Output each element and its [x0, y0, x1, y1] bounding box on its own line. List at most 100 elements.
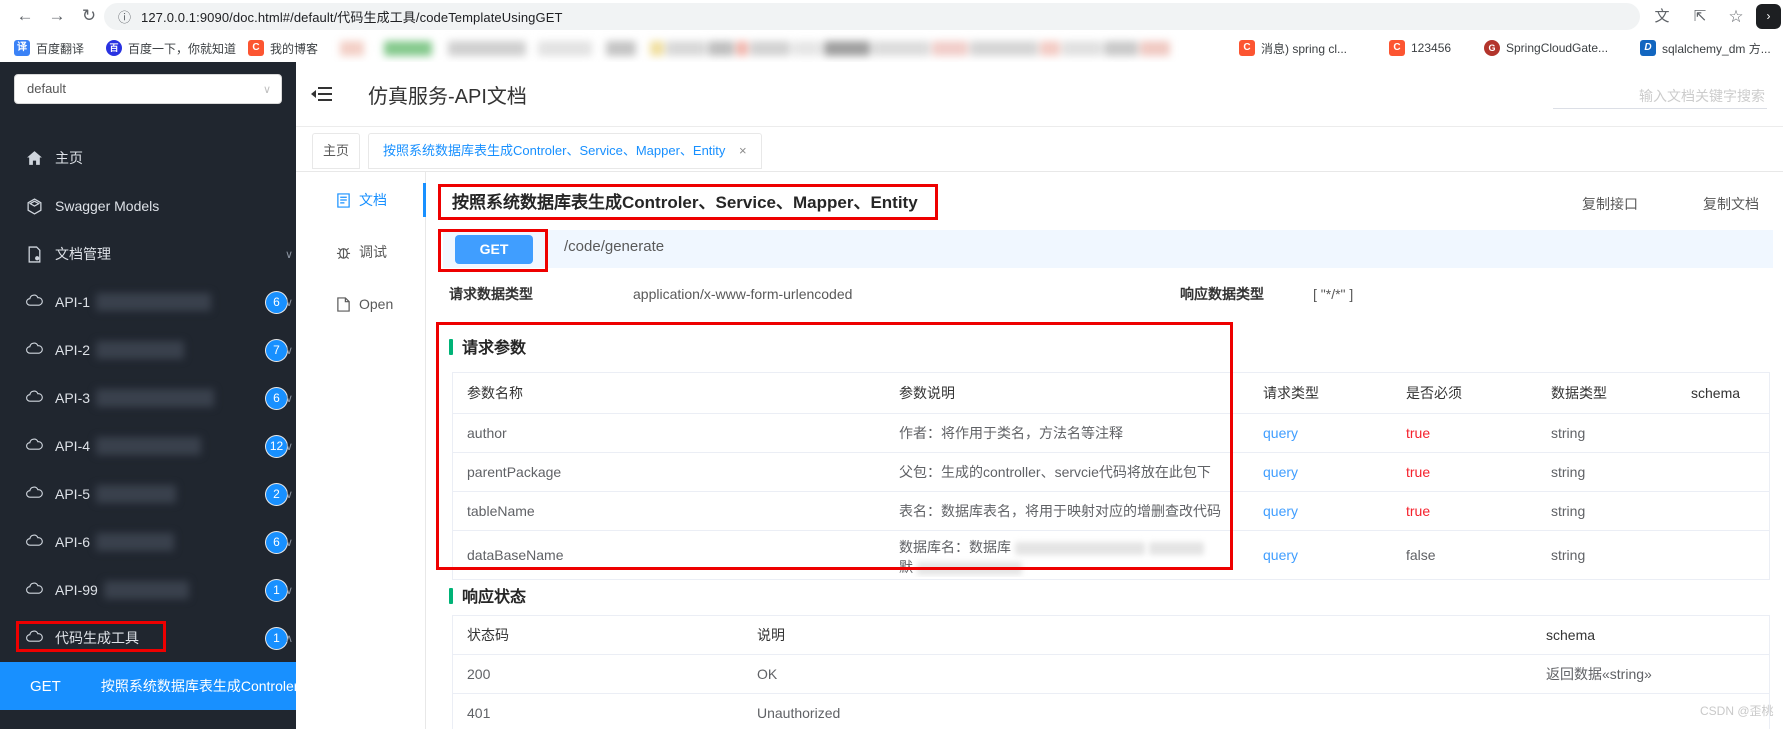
sidebar-item-home[interactable]: 主页 [0, 134, 296, 182]
endpoint-path: /code/generate [564, 238, 665, 255]
sidebar-item-label: 文档管理 [55, 246, 111, 262]
bookmark-favicon: G [1484, 40, 1500, 56]
address-bar[interactable]: ⓘ 127.0.0.1:9090/doc.html#/default/代码生成工… [104, 3, 1640, 30]
table-row: author 作者：将作用于类名，方法名等注释 query true strin… [453, 414, 1769, 453]
params-section-title: 请求参数 [449, 337, 526, 361]
sidebar-item-label: 代码生成工具 [55, 630, 139, 646]
sidebar-item-api-4[interactable]: API-4 12 ∨ [0, 422, 296, 470]
chevron-down-icon: ∨ [285, 392, 294, 405]
status-code: 200 [467, 666, 491, 682]
tab-active-operation[interactable]: 按照系统数据库表生成Controler、Service、Mapper、Entit… [368, 133, 762, 169]
sidebar-item-swagger-models[interactable]: Swagger Models [0, 182, 296, 230]
bookmark-sqlalchemy[interactable]: D sqlalchemy_dm 方... [1640, 37, 1771, 59]
count-badge: 2 [266, 483, 287, 505]
sidebar-item-code-generator[interactable]: 代码生成工具 1 ∧ [0, 614, 296, 662]
side-tab-open[interactable]: Open [296, 280, 425, 328]
sidebar-item-api-1[interactable]: API-1 6 ∨ [0, 278, 296, 326]
bookmark-baidu[interactable]: 百 百度一下，你就知道 [106, 37, 236, 59]
page-info-icon[interactable]: ⓘ [118, 7, 131, 26]
redacted-text [103, 581, 189, 599]
response-type-label: 响应数据类型 [1180, 286, 1264, 302]
param-in: query [1263, 503, 1299, 519]
sidebar-item-doc-manage[interactable]: 文档管理 ∨ [0, 230, 296, 278]
col-header: 数据类型 [1551, 385, 1607, 401]
col-header: 参数名称 [467, 385, 523, 401]
translate-icon[interactable]: 文 [1650, 5, 1674, 29]
chevron-down-icon: ∨ [285, 248, 294, 261]
bookmark-baidu-translate[interactable]: 译 百度翻译 [14, 37, 84, 59]
side-tab-label: 文档 [359, 192, 387, 208]
sidebar-operation-selected[interactable]: GET 按照系统数据库表生成Controler、S [0, 662, 296, 710]
bug-icon [336, 245, 351, 260]
table-row: dataBaseName 数据库名：数据库 默 query false stri… [453, 531, 1769, 579]
api-group-icon [26, 390, 43, 407]
side-tab-debug[interactable]: 调试 [296, 228, 425, 276]
share-icon[interactable]: ⇱ [1688, 5, 1712, 29]
forward-icon[interactable]: → [44, 3, 70, 29]
sidebar-item-api-5[interactable]: API-5 2 ∨ [0, 470, 296, 518]
bookmark-label: 我的博客 [270, 41, 319, 56]
side-tab-doc[interactable]: 文档 [296, 176, 426, 224]
request-type-label: 请求数据类型 [449, 286, 533, 302]
bookmark-label: 123456 [1411, 41, 1452, 55]
bookmark-label: 消息) spring cl... [1261, 41, 1348, 56]
group-select[interactable]: default ∨ [14, 74, 282, 104]
param-desc: 表名：数据库表名，将用于映射对应的增删查改代码 [899, 503, 1221, 519]
doc-content: 按照系统数据库表生成Controler、Service、Mapper、Entit… [426, 172, 1783, 729]
bookmark-my-blog[interactable]: C 我的博客 [248, 37, 318, 59]
reload-icon[interactable]: ↻ [76, 3, 102, 29]
col-header: schema [1691, 385, 1741, 401]
extension-panel-icon[interactable]: › [1756, 4, 1781, 29]
method-get-button[interactable]: GET [455, 235, 533, 264]
param-name: tableName [467, 503, 535, 519]
param-name: dataBaseName [467, 547, 564, 563]
request-type-value: application/x-www-form-urlencoded [633, 286, 853, 302]
col-header: 状态码 [467, 627, 509, 643]
param-in: query [1263, 464, 1299, 480]
copy-doc-link[interactable]: 复制文档 [1703, 194, 1759, 214]
col-header: 参数说明 [899, 385, 955, 401]
param-required: true [1406, 464, 1431, 480]
content-type-row: 请求数据类型 application/x-www-form-urlencoded… [426, 278, 1783, 310]
bookmark-spring-cloud[interactable]: C 消息) spring cl... [1239, 37, 1347, 59]
sidebar-item-label: API-5 [55, 486, 91, 502]
bookmark-favicon: C [248, 40, 264, 56]
sidebar-item-label: Swagger Models [55, 198, 160, 214]
bookmark-123456[interactable]: C 123456 [1389, 37, 1451, 59]
sidebar-item-api-99[interactable]: API-99 1 ∨ [0, 566, 296, 614]
screenshot-root: ← → ↻ ⓘ 127.0.0.1:9090/doc.html#/default… [0, 0, 1783, 729]
sidebar-item-api-6[interactable]: API-6 6 ∨ [0, 518, 296, 566]
sidebar-item-label: API-3 [55, 390, 91, 406]
redacted-text [96, 293, 212, 311]
redacted-text [96, 437, 202, 455]
param-name: author [467, 425, 507, 441]
sidebar-item-api-3[interactable]: API-3 6 ∨ [0, 374, 296, 422]
chevron-down-icon: ∨ [285, 584, 294, 597]
back-icon[interactable]: ← [12, 3, 38, 29]
bookmark-springcloudgate[interactable]: G SpringCloudGate... [1484, 37, 1608, 59]
doc-search-input[interactable] [1553, 86, 1767, 109]
doc-side-tabs: 文档 调试 Open [296, 172, 426, 729]
copy-api-link[interactable]: 复制接口 [1582, 194, 1638, 214]
redacted-text [917, 561, 1022, 575]
models-cube-icon [26, 197, 43, 215]
tabs-bar: 主页 按照系统数据库表生成Controler、Service、Mapper、En… [296, 127, 1783, 172]
method-tag: GET [30, 677, 61, 695]
status-code: 401 [467, 705, 491, 721]
bookmark-star-icon[interactable]: ☆ [1724, 5, 1748, 29]
redacted-text [96, 341, 185, 359]
chevron-down-icon: ∨ [285, 344, 294, 357]
page-title: 仿真服务-API文档 [368, 86, 527, 108]
url-text: 127.0.0.1:9090/doc.html#/default/代码生成工具/… [141, 10, 563, 25]
menu-fold-icon[interactable] [310, 84, 334, 109]
params-table: 参数名称 参数说明 请求类型 是否必须 数据类型 schema author 作… [452, 372, 1770, 580]
status-table: 状态码 说明 schema 200 OK 返回数据«string» 401 Un… [452, 615, 1770, 729]
tab-home[interactable]: 主页 [312, 133, 360, 169]
bookmark-favicon: 百 [106, 40, 122, 56]
close-icon[interactable]: × [739, 143, 747, 158]
api-group-icon [26, 582, 43, 599]
status-section-title: 响应状态 [449, 586, 526, 610]
document-gear-icon [26, 245, 43, 263]
sidebar-item-api-2[interactable]: API-2 7 ∨ [0, 326, 296, 374]
sidebar-item-label: API-2 [55, 342, 91, 358]
